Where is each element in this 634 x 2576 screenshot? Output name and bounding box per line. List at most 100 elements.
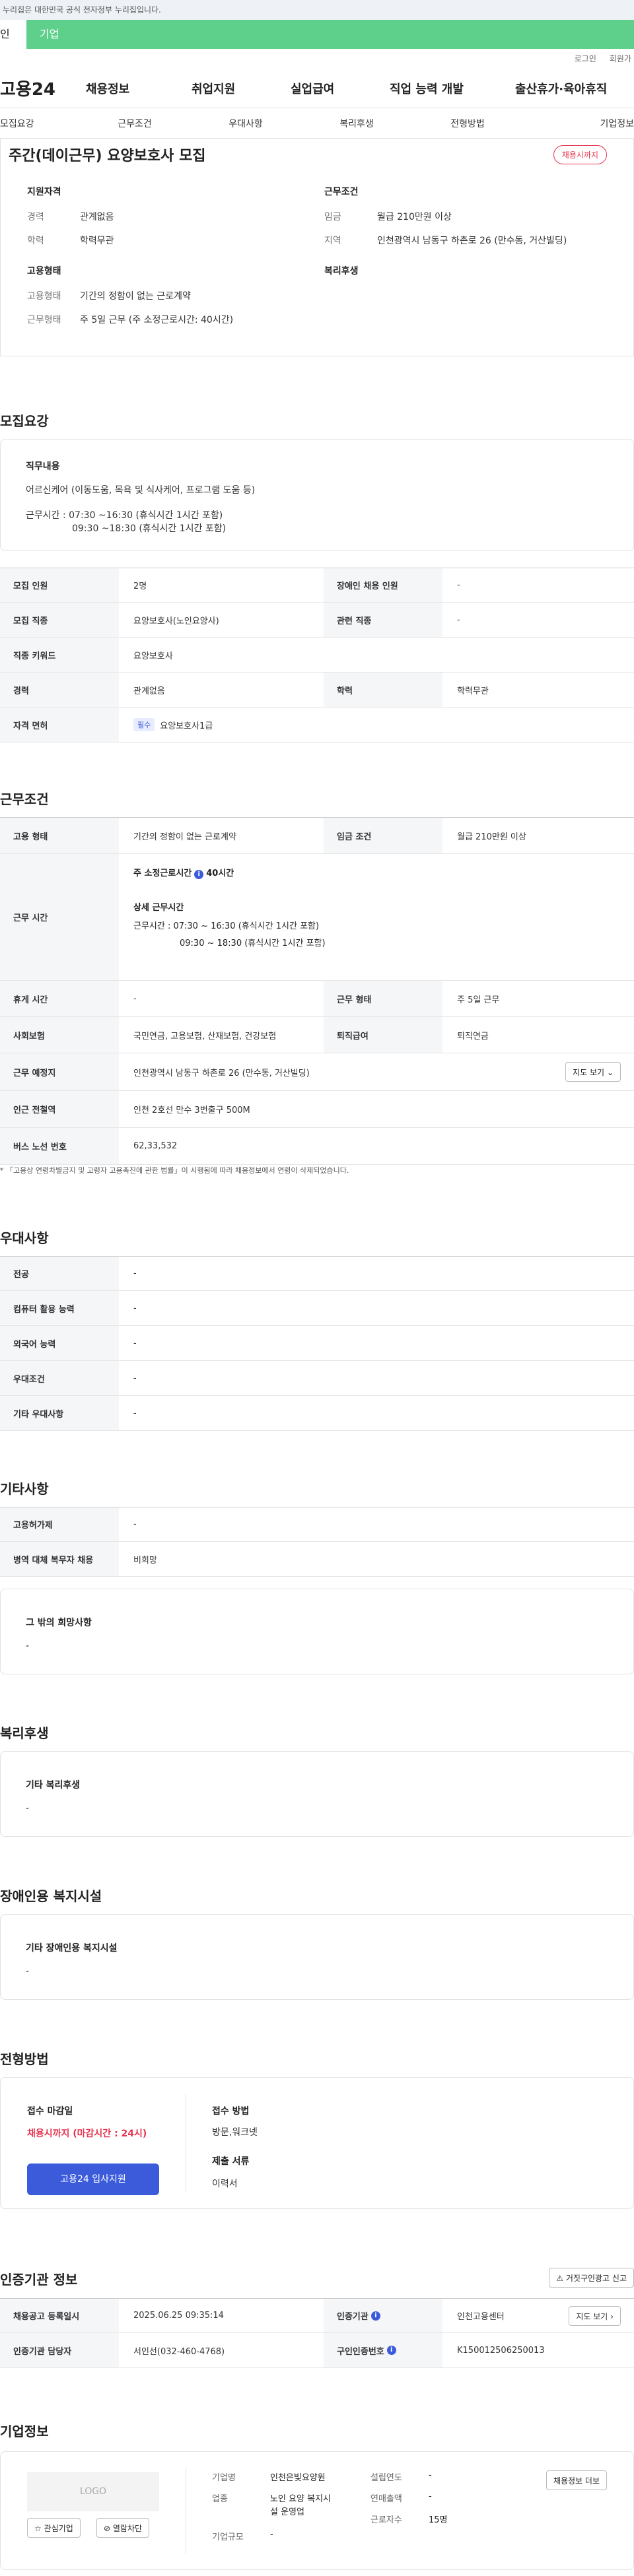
detail-hours-2: 09:30 ~ 18:30 (휴식시간 1시간 포함) — [180, 939, 326, 948]
hope-value: - — [26, 1641, 30, 1651]
row-label: 근무 예정지 — [0, 1053, 119, 1090]
cert-row: 채용공고 등록일시 2025.06.25 09:35:14 인증기관 i 인천고용… — [0, 2298, 634, 2333]
cert-title: 인증기관 정보 — [0, 2272, 78, 2288]
row-label: 근무 형태 — [324, 981, 442, 1016]
row-label: 학력 — [324, 673, 442, 707]
welfare-value: - — [26, 1803, 30, 1814]
map-button-label: 지도 보기 — [573, 1068, 605, 1077]
gnb-menu-training[interactable]: 직업 능력 개발 — [390, 80, 489, 97]
gnb-menu-benefit[interactable]: 실업급여 — [291, 80, 370, 97]
row-label: 자격 면허 — [0, 708, 119, 742]
license-value: 요양보호사1급 — [160, 721, 213, 731]
fav-button-label: 관심기업 — [44, 2524, 73, 2533]
row-label: 기타 우대사항 — [0, 1396, 119, 1430]
login-link[interactable]: 로그인 — [575, 49, 596, 69]
qual-heading: 지원자격 — [27, 187, 61, 197]
row-value: 인천고용센터 — [457, 2312, 505, 2322]
tab-personal[interactable]: 인 — [0, 20, 26, 49]
recruit-row: 자격 면허 필수 요양보호사1급 — [0, 708, 634, 743]
detail-hours-1: 근무시간 : 07:30 ~ 16:30 (휴식시간 1시간 포함) — [133, 921, 320, 931]
welfare-box: 기타 복리후생 - — [0, 1751, 634, 1837]
duty-text: 어르신케어 (이동도움, 목욕 및 식사케어, 프로그램 도움 등) — [26, 485, 256, 496]
welfare-block: 복리후생 — [324, 264, 359, 289]
pref-row: 우대조건 - — [0, 1361, 634, 1396]
row-value: 2025.06.25 09:35:14 — [133, 2311, 224, 2321]
tab-business[interactable]: 기업 — [26, 20, 112, 49]
lnb-pref[interactable]: 우대사항 — [190, 117, 301, 130]
docs-value: 이력서 — [212, 2179, 238, 2189]
disabled-heading: 기타 장애인용 복지시설 — [26, 1943, 118, 1954]
lnb-company[interactable]: 기업정보 — [523, 117, 634, 130]
row-value: - — [457, 614, 460, 625]
welfare-heading: 기타 복리후생 — [26, 1780, 81, 1791]
row-label: 채용공고 등록일시 — [0, 2299, 119, 2332]
deadline-heading: 접수 마감일 — [27, 2106, 73, 2117]
gnb-menu-leave[interactable]: 출산휴가·육아휴직 — [515, 80, 607, 97]
row-value: 요양보호사(노인요양사) — [133, 616, 219, 626]
sales-label: 연매출액 — [370, 2494, 402, 2504]
row-label: 모집 직종 — [0, 603, 119, 637]
agency-map-button[interactable]: 지도 보기 › — [569, 2306, 621, 2326]
hope-heading: 그 밖의 희망사항 — [26, 1618, 92, 1628]
detail-hours-heading: 상세 근무시간 — [133, 903, 184, 913]
recruit-row: 직종 키워드 요양보호사 — [0, 638, 634, 673]
row-label: 고용 형태 — [0, 818, 119, 853]
lnb-recruit[interactable]: 모집요강 — [0, 117, 79, 130]
size-label: 기업규모 — [212, 2532, 244, 2542]
fav-button[interactable]: ☆ 관심기업 — [27, 2518, 81, 2538]
edu-value: 학력무관 — [80, 236, 114, 246]
age-notice: * 「고용상 연령차별금지 및 고령자 고용촉진에 관한 법률」이 시행됨에 따… — [0, 1166, 349, 1175]
area-value: 인천광역시 남동구 하촌로 26 (만수동, 거산빌딩) — [377, 236, 567, 246]
block-button[interactable]: ⊘ 열람차단 — [96, 2518, 150, 2538]
etc-row: 고용허가제 - — [0, 1507, 634, 1542]
agency-map-label: 지도 보기 — [576, 2312, 608, 2321]
lnb-work[interactable]: 근무조건 — [79, 117, 190, 130]
row-value: - — [133, 1303, 137, 1313]
row-value: 인천 2호선 만수 3번출구 500M — [133, 1106, 250, 1115]
row-value: 서인선(032-460-4768) — [133, 2346, 225, 2357]
gnb-menu-jobs[interactable]: 채용정보 — [86, 80, 165, 97]
pref-row: 외국어 능력 - — [0, 1326, 634, 1361]
process-title: 전형방법 — [0, 2051, 49, 2067]
star-icon: ☆ — [34, 2524, 42, 2533]
row-value: 2명 — [133, 581, 147, 591]
map-button[interactable]: 지도 보기 ⌄ — [565, 1062, 621, 1082]
etc-row: 병역 대체 복무자 채용 비희망 — [0, 1542, 634, 1577]
row-label: 우대조건 — [0, 1361, 119, 1395]
name-value: 인천은빛요양원 — [270, 2473, 326, 2483]
row-label: 고용허가제 — [0, 1507, 119, 1541]
emptype-value: 기간의 정함이 없는 근로계약 — [80, 291, 191, 302]
join-link[interactable]: 회원가 — [610, 49, 631, 69]
row-label: 외국어 능력 — [0, 1326, 119, 1360]
jobs-more-button[interactable]: 채용정보 더보 — [546, 2470, 607, 2490]
edu-label: 학력 — [27, 236, 44, 246]
wage-label: 임금 — [324, 212, 341, 222]
row-value: - — [133, 1338, 137, 1348]
row-value: - — [133, 1519, 137, 1529]
emp-label: 근로자수 — [370, 2515, 402, 2525]
name-label: 기업명 — [212, 2473, 236, 2483]
process-box: 접수 마감일 채용시까지 (마감시간 : 24시) 고용24 입사지원 접수 방… — [0, 2077, 634, 2209]
info-icon[interactable]: i — [194, 870, 204, 879]
lnb-process[interactable]: 전형방법 — [412, 117, 523, 130]
row-label: 구인인증번호 — [337, 2346, 384, 2357]
row-label: 직종 키워드 — [0, 638, 119, 672]
row-label: 관련 직종 — [324, 603, 442, 637]
emp-heading: 고용형태 — [27, 266, 61, 277]
gnb-menu-support[interactable]: 취업지원 — [192, 80, 271, 97]
apply-button[interactable]: 고용24 입사지원 — [27, 2163, 159, 2195]
site-tabs: 인 기업 — [0, 20, 634, 49]
site-logo[interactable]: 고용24 — [0, 76, 86, 100]
deadline-value: 채용시까지 (마감시간 : 24시) — [27, 2129, 147, 2139]
row-value: 62,33,532 — [133, 1141, 178, 1151]
recruit-row: 모집 인원 2명 장애인 채용 인원 - — [0, 568, 634, 603]
duty-time2: 09:30 ~18:30 (휴식시간 1시간 포함) — [72, 523, 227, 534]
row-value: 학력무관 — [457, 686, 489, 696]
info-icon[interactable]: i — [386, 2346, 396, 2355]
row-value: - — [457, 580, 460, 590]
job-title: 주간(데이근무) 요양보호사 모집 — [9, 148, 206, 164]
work-row: 근무 시간 주 소정근로시간 i 40시간 상세 근무시간 근무시간 : 07:30… — [0, 854, 634, 981]
lnb-welfare[interactable]: 복리후생 — [301, 117, 412, 130]
info-icon[interactable]: i — [370, 2311, 380, 2321]
report-button[interactable]: ⚠ 거짓구인광고 신고 — [549, 2268, 634, 2288]
